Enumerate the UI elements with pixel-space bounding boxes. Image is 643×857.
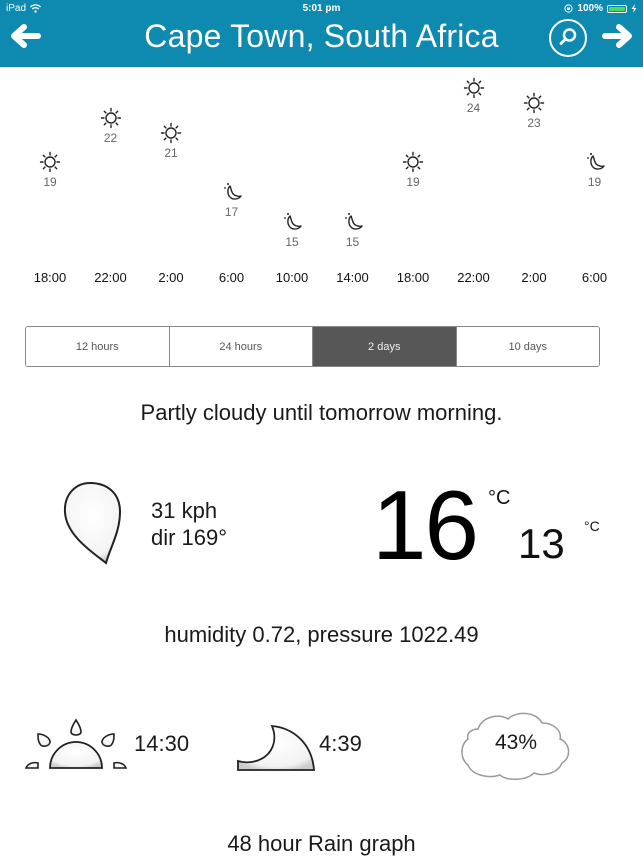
forecast-time: 22:00 [94,270,127,285]
forecast-time: 2:00 [158,270,184,285]
wind-info: 31 kph dir 169° [151,497,227,551]
forward-button[interactable] [601,22,635,50]
orientation-lock-icon [564,4,574,13]
forecast-chart: 19 18:00 22 22:00 21 2:00 17 6:00 15 10:00 15 14:00… [0,70,643,290]
forecast-time: 10:00 [275,270,309,285]
battery-percent: 100% [577,3,603,14]
wind-direction-icon [63,481,122,565]
status-time: 5:01 pm [302,3,341,14]
forecast-item: 19 [383,150,443,189]
weather-summary: Partly cloudy until tomorrow morning. [140,400,503,425]
wind-direction: dir 169° [151,525,228,550]
moon-icon [284,213,302,230]
forecast-time: 22:00 [457,270,490,285]
sun-icon [39,152,61,173]
forecast-time: 14:00 [336,270,369,285]
low-temperature: 13 [518,520,565,567]
range-selector: 12 hours 24 hours 2 days 10 days [25,326,600,367]
current-temperature: 16 [372,470,479,580]
range-2-days[interactable]: 2 days [313,327,457,366]
search-icon [559,28,577,45]
sun-icon [463,77,484,99]
header-bar: iPad 5:01 pm 100% Cape Town, South Afric… [0,0,643,67]
arrow-right-icon [602,24,632,48]
forecast-temp: 24 [466,101,481,115]
search-button[interactable] [549,19,587,57]
sunrise-icon [24,718,128,769]
battery-icon [607,4,627,13]
forecast-temp: 22 [103,130,118,145]
sun-icon [160,122,182,143]
forecast-item: 19 [20,150,80,189]
forecast-time: 6:00 [581,270,608,285]
forecast-temp: 19 [406,175,420,190]
range-10-days[interactable]: 10 days [456,327,599,366]
forecast-time: 18:00 [33,270,67,285]
forecast-temp: 17 [224,205,239,220]
forecast-temp: 19 [587,175,602,190]
current-temperature-unit: °C [488,487,511,509]
charging-icon [631,4,637,13]
forecast-item: 21 [141,121,201,160]
forecast-temp: 19 [43,175,57,190]
forecast-item: 24 [444,76,504,115]
page-title: Cape Town, South Africa [144,18,499,54]
sun-icon [100,107,121,128]
forecast-time: 18:00 [396,270,430,285]
rain-graph-title: 48 hour Rain graph [227,831,416,856]
forecast-temp: 15 [345,235,360,249]
cloud-cover-percent: 43% [494,731,538,754]
moon-icon [586,153,605,171]
forecast-item: 23 [504,91,564,130]
forecast-time: 6:00 [218,270,245,285]
forecast-item: 19 [565,150,625,189]
forecast-item: 15 [262,210,322,249]
range-12-hours[interactable]: 12 hours [26,327,170,366]
wind-speed: 31 kph [151,498,218,523]
humidity-pressure: humidity 0.72, pressure 1022.49 [164,622,479,647]
sun-icon [523,92,545,114]
moonrise-icon [237,724,315,771]
forecast-temp: 23 [527,115,541,130]
status-bar-right: 100% [564,3,637,14]
moonrise-time: 4:39 [319,731,362,756]
moon-icon [223,183,242,200]
forecast-item: 17 [202,180,262,219]
sun-icon [402,152,424,173]
forecast-item: 22 [81,106,141,145]
forecast-time: 2:00 [521,270,547,285]
forecast-temp: 15 [285,235,299,249]
moon-icon [344,213,363,230]
range-24-hours[interactable]: 24 hours [169,327,313,366]
forecast-item: 15 [323,210,383,249]
forecast-temp: 21 [164,145,178,160]
low-temperature-unit: °C [584,518,600,534]
sunrise-time: 14:30 [134,731,190,756]
